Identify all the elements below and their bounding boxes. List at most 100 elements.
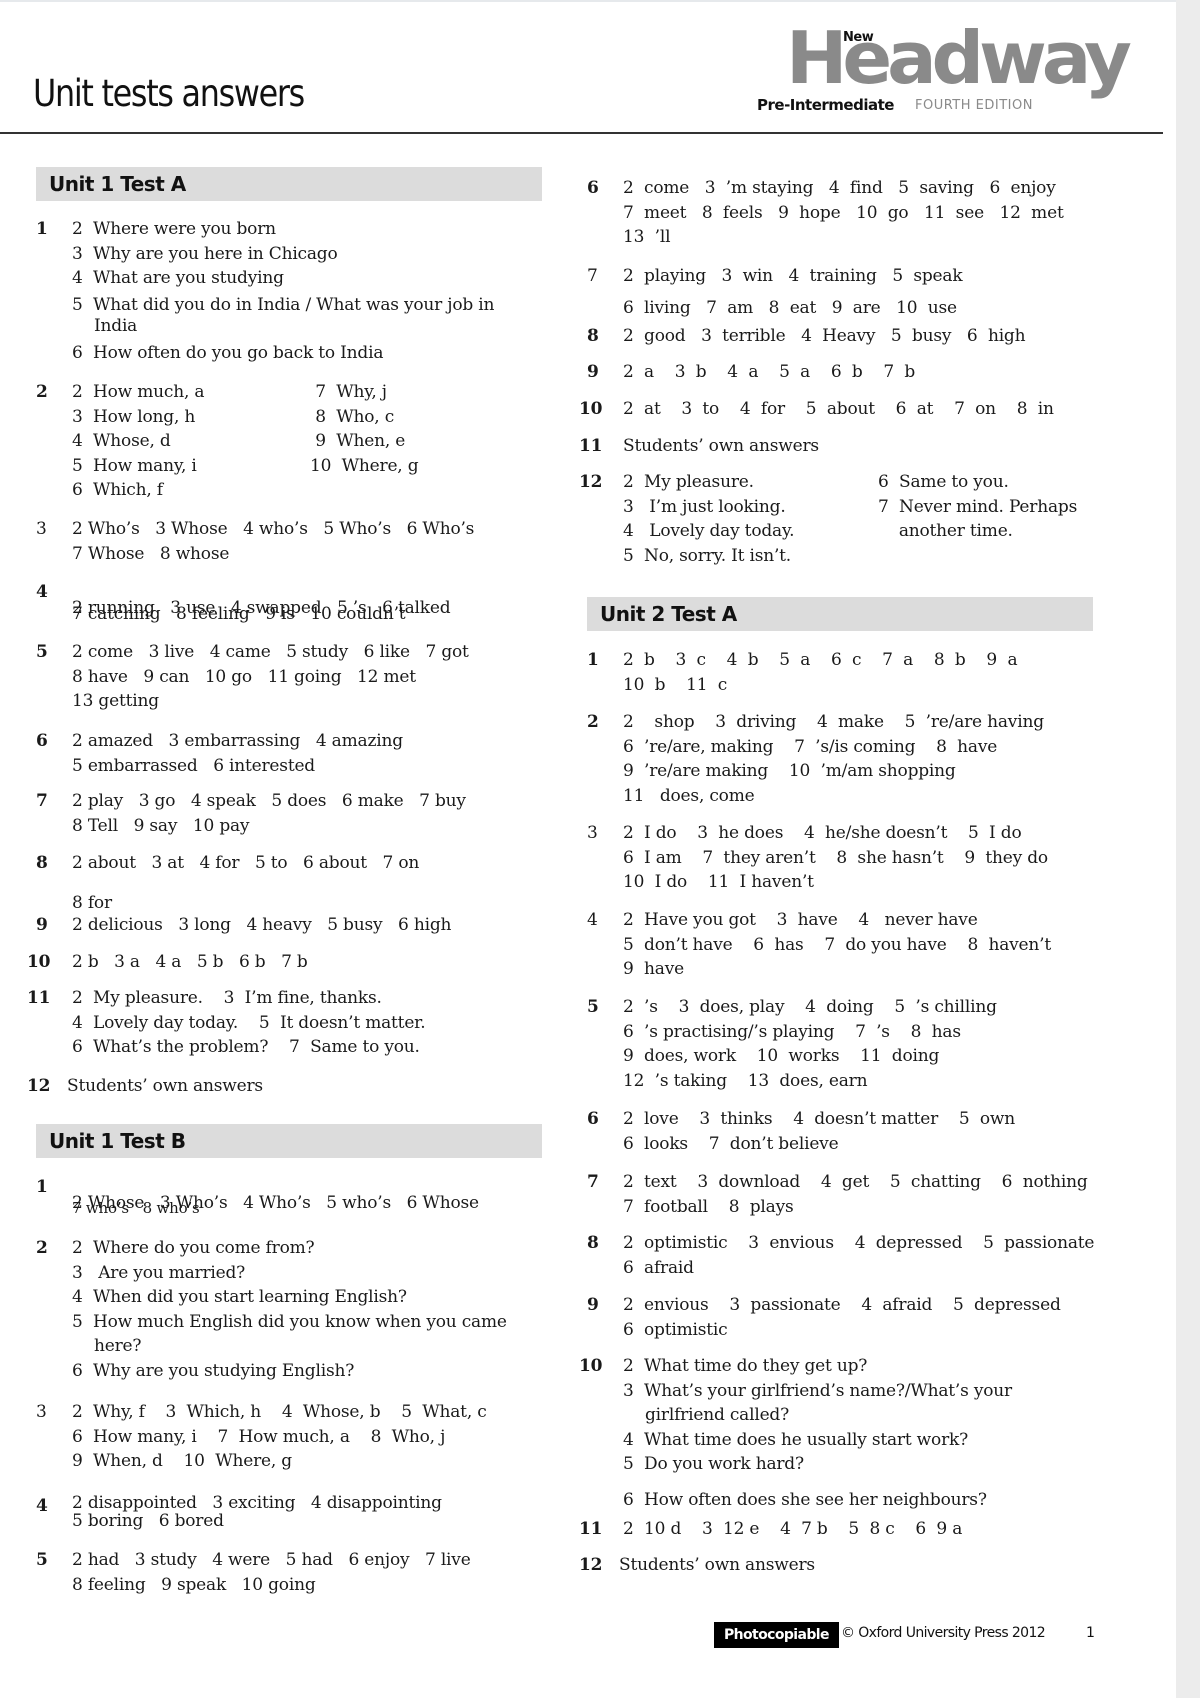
question-number: 3 bbox=[587, 823, 598, 843]
answer-line: 2 Have you got 3 have 4 never have bbox=[623, 910, 978, 930]
answer-line: 2 Why, f 3 Which, h 4 Whose, b 5 What, c bbox=[72, 1402, 487, 1422]
answer-line: 7 Never mind. Perhaps bbox=[878, 496, 1078, 517]
answer-line: 2 come 3 live 4 came 5 study 6 like 7 go… bbox=[72, 642, 469, 662]
question-number: 2 bbox=[36, 1238, 48, 1258]
answer-line: Students’ own answers bbox=[619, 1555, 815, 1575]
answer-line: 6 living 7 am 8 eat 9 are 10 use bbox=[623, 297, 957, 318]
question-number: 10 bbox=[27, 952, 51, 972]
answer-line: 2 I do 3 he does 4 he/she doesn’t 5 I do bbox=[623, 823, 1022, 843]
answer-line: 2 come 3 ’m staying 4 find 5 saving 6 en… bbox=[623, 178, 1056, 198]
question-number: 1 bbox=[36, 219, 48, 239]
question-number: 8 bbox=[587, 326, 599, 346]
page-title: Unit tests answers bbox=[33, 72, 305, 115]
answer-line: 4 When did you start learning English? bbox=[72, 1287, 407, 1307]
answer-line: 9 When, d 10 Where, g bbox=[72, 1451, 292, 1471]
question-number: 5 bbox=[36, 1550, 48, 1570]
answer-line: 2 about 3 at 4 for 5 to 6 about 7 on bbox=[72, 853, 420, 873]
question-number: 12 bbox=[27, 1076, 51, 1096]
answer-line: 6 ’s practising/’s playing 7 ’s 8 has bbox=[623, 1021, 961, 1042]
question-number: 2 bbox=[587, 712, 599, 732]
answer-line: 6 Why are you studying English? bbox=[72, 1360, 355, 1381]
question-number: 11 bbox=[579, 436, 603, 456]
answer-line: 2 b 3 c 4 b 5 a 6 c 7 a 8 b 9 a bbox=[623, 650, 1018, 670]
answer-line: 13 ’ll bbox=[623, 227, 671, 247]
answer-line: 8 Tell 9 say 10 pay bbox=[72, 815, 250, 836]
question-number: 7 bbox=[36, 791, 48, 811]
answer-line: another time. bbox=[878, 521, 1013, 541]
answer-line: 6 How often do you go back to India bbox=[72, 342, 384, 363]
answer-line: Students’ own answers bbox=[67, 1076, 263, 1096]
answer-line: 5 No, sorry. It isn’t. bbox=[623, 545, 792, 566]
logo-edition: FOURTH EDITION bbox=[915, 98, 1033, 113]
answer-line: 6 Same to you. bbox=[878, 472, 1009, 492]
question-number: 8 bbox=[36, 853, 48, 873]
answer-line: 5 don’t have 6 has 7 do you have 8 haven… bbox=[623, 934, 1051, 955]
question-number: 10 bbox=[579, 399, 603, 419]
answer-line: 7 Why, j bbox=[310, 382, 387, 402]
answer-line: 4 What are you studying bbox=[72, 268, 284, 288]
headway-logo: Headway New Pre-Intermediate FOURTH EDIT… bbox=[750, 22, 1132, 122]
answer-line: 2 ’s 3 does, play 4 doing 5 ’s chilling bbox=[623, 997, 997, 1017]
document-page: Unit tests answers Headway New Pre-Inter… bbox=[0, 0, 1176, 1698]
answer-line: 6 How many, i 7 How much, a 8 Who, j bbox=[72, 1426, 446, 1447]
answer-line: 7 football 8 plays bbox=[623, 1196, 794, 1217]
answer-line: 2 My pleasure. 3 I’m fine, thanks. bbox=[72, 988, 382, 1008]
question-number: 7 bbox=[587, 266, 598, 286]
answer-line: 5 Do you work hard? bbox=[623, 1454, 804, 1474]
answer-line: 4 Whose, d bbox=[72, 431, 171, 451]
answer-line: 6 ’re/are, making 7 ’s/is coming 8 have bbox=[623, 736, 998, 757]
answer-line: 13 getting bbox=[72, 691, 159, 711]
answer-line: 2 at 3 to 4 for 5 about 6 at 7 on 8 in bbox=[623, 399, 1054, 419]
answer-line: 2 What time do they get up? bbox=[623, 1356, 868, 1376]
question-number: 3 bbox=[36, 519, 47, 539]
answer-line: 5 boring 6 bored bbox=[72, 1511, 224, 1531]
answer-line: 6 looks 7 don’t believe bbox=[623, 1133, 839, 1154]
answer-line: 9 ’re/are making 10 ’m/am shopping bbox=[623, 761, 956, 781]
answer-line: here? bbox=[94, 1336, 142, 1356]
question-number: 9 bbox=[587, 362, 599, 382]
question-number: 3 bbox=[36, 1402, 47, 1422]
answer-line: 2 shop 3 driving 4 make 5 ’re/are having bbox=[623, 712, 1044, 732]
answer-line: 8 feeling 9 speak 10 going bbox=[72, 1574, 316, 1595]
logo-level: Pre-Intermediate bbox=[757, 96, 894, 114]
answer-line: 6 optimistic bbox=[623, 1319, 728, 1340]
answer-line: 5 What did you do in India / What was yo… bbox=[72, 294, 495, 315]
logo-wordmark: Headway bbox=[786, 16, 1132, 100]
question-number: 6 bbox=[587, 1109, 599, 1129]
section-heading-unit2-test-a: Unit 2 Test A bbox=[587, 597, 1093, 631]
answer-line: 5 How much English did you know when you… bbox=[72, 1311, 507, 1332]
answer-line: 2 b 3 a 4 a 5 b 6 b 7 b bbox=[72, 952, 308, 972]
answer-line: India bbox=[94, 315, 138, 336]
answer-line: 2 My pleasure. bbox=[623, 472, 754, 492]
answer-line: 9 When, e bbox=[310, 431, 406, 451]
answer-line: 3 Why are you here in Chicago bbox=[72, 243, 338, 264]
answer-line: 3 Are you married? bbox=[72, 1262, 246, 1283]
answer-line: 9 does, work 10 works 11 doing bbox=[623, 1046, 940, 1066]
answer-line: 6 I am 7 they aren’t 8 she hasn’t 9 they… bbox=[623, 847, 1048, 868]
question-number: 12 bbox=[579, 1555, 603, 1575]
section-heading-unit1-test-a: Unit 1 Test A bbox=[36, 167, 542, 201]
question-number: 9 bbox=[587, 1295, 599, 1315]
answer-line: 2 10 d 3 12 e 4 7 b 5 8 c 6 9 a bbox=[623, 1519, 963, 1539]
question-number: 10 bbox=[579, 1356, 603, 1376]
answer-line: 3 I’m just looking. bbox=[623, 496, 786, 517]
answer-line: 2 amazed 3 embarrassing 4 amazing bbox=[72, 731, 403, 751]
answer-line: 2 had 3 study 4 were 5 had 6 enjoy 7 liv… bbox=[72, 1550, 471, 1570]
question-number: 11 bbox=[27, 988, 51, 1008]
question-number: 7 bbox=[587, 1172, 599, 1192]
answer-line: 6 Which, f bbox=[72, 480, 163, 500]
answer-line: 6 What’s the problem? 7 Same to you. bbox=[72, 1037, 420, 1057]
question-number: 4 bbox=[587, 910, 598, 930]
answer-line: 2 a 3 b 4 a 5 a 6 b 7 b bbox=[623, 362, 916, 382]
question-number: 8 bbox=[587, 1233, 599, 1253]
answer-line: 5 How many, i bbox=[72, 455, 197, 476]
question-number: 12 bbox=[579, 472, 603, 492]
answer-line: 2 good 3 terrible 4 Heavy 5 busy 6 high bbox=[623, 326, 1026, 346]
answer-line: 8 have 9 can 10 go 11 going 12 met bbox=[72, 666, 416, 687]
question-number: 4 bbox=[36, 582, 48, 602]
answer-line: 6 afraid bbox=[623, 1257, 694, 1278]
answer-line: 7 Whose 8 whose bbox=[72, 543, 230, 564]
answer-line: 5 embarrassed 6 interested bbox=[72, 755, 315, 776]
answer-line: 4 What time does he usually start work? bbox=[623, 1429, 969, 1450]
top-border bbox=[0, 0, 1176, 2]
